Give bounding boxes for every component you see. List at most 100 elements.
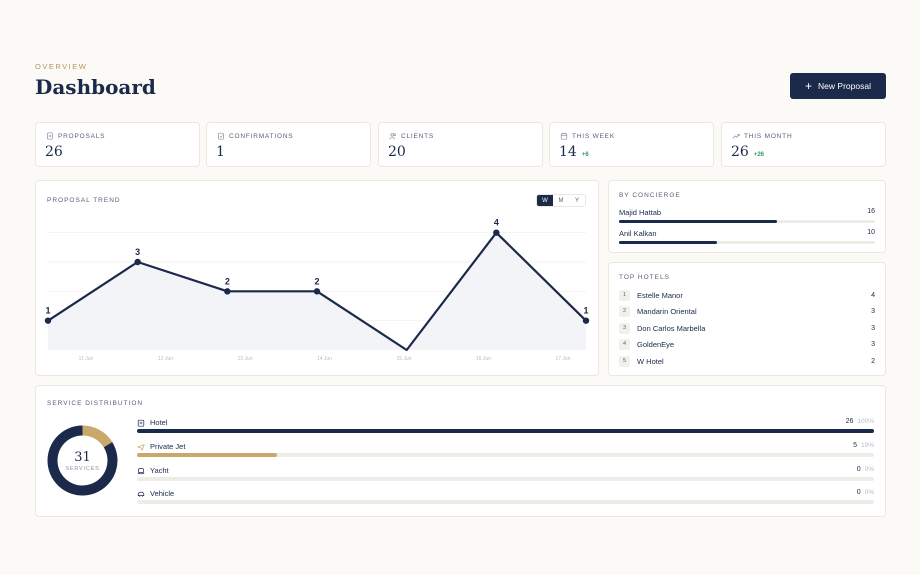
hotel-name: Don Carlos Marbella bbox=[637, 323, 706, 333]
stat-value: 1 bbox=[216, 144, 225, 160]
hotel-row[interactable]: 2 Mandarin Oriental 3 bbox=[619, 305, 875, 317]
proposal-trend-label: PROPOSAL TREND bbox=[47, 197, 121, 204]
hotel-row[interactable]: 3 Don Carlos Marbella 3 bbox=[619, 322, 875, 334]
hotel-count: 4 bbox=[871, 291, 875, 299]
hotel-rank: 1 bbox=[619, 289, 630, 301]
concierge-row[interactable]: Majid Hattab 16 bbox=[619, 208, 875, 223]
stat-card-this-month[interactable]: THIS MONTH 26 +26 bbox=[721, 122, 886, 167]
concierge-card: BY CONCIERGE Majid Hattab 16 Anil Kalkan… bbox=[608, 180, 886, 253]
boat-icon bbox=[137, 467, 145, 474]
plane-icon bbox=[137, 443, 145, 451]
top-hotels-label: TOP HOTELS bbox=[619, 274, 670, 281]
concierge-label: BY CONCIERGE bbox=[619, 192, 681, 199]
x-tick-label: 15 Jun bbox=[396, 356, 411, 362]
concierge-name: Anil Kalkan bbox=[619, 229, 657, 238]
x-tick-label: 16 Jun bbox=[476, 356, 491, 362]
hotel-name: W Hotel bbox=[637, 356, 664, 366]
service-pct: 19% bbox=[860, 442, 874, 449]
service-bar bbox=[137, 429, 874, 433]
new-proposal-button[interactable]: + New Proposal bbox=[790, 73, 886, 99]
hotel-name: GoldenEye bbox=[637, 339, 675, 349]
car-icon bbox=[137, 491, 145, 497]
data-label: 1 bbox=[45, 306, 50, 316]
data-label: 3 bbox=[135, 247, 140, 257]
range-week-button[interactable]: W bbox=[537, 195, 553, 206]
hotel-count: 3 bbox=[871, 307, 875, 315]
service-name: Vehicle bbox=[150, 489, 175, 498]
concierge-bar bbox=[619, 220, 777, 223]
service-count: 0 bbox=[856, 466, 861, 473]
service-count: 0 bbox=[856, 489, 861, 496]
range-toggle: W M Y bbox=[536, 194, 586, 207]
stat-value: 26 bbox=[45, 144, 63, 160]
stat-card-confirmations[interactable]: CONFIRMATIONS 1 bbox=[206, 122, 371, 167]
hotel-row[interactable]: 1 Estelle Manor 4 bbox=[619, 289, 875, 301]
service-pct: 0% bbox=[864, 489, 874, 496]
x-tick-label: 17 Jun bbox=[555, 356, 570, 362]
data-point bbox=[44, 317, 52, 324]
hotel-rank: 5 bbox=[619, 355, 630, 367]
concierge-bar bbox=[619, 241, 718, 244]
hotel-rank: 4 bbox=[619, 338, 630, 350]
service-name: Yacht bbox=[150, 466, 169, 475]
services-total-label: SERVICES bbox=[65, 465, 100, 472]
stat-label: CONFIRMATIONS bbox=[229, 132, 294, 140]
users-icon bbox=[389, 133, 397, 140]
plus-icon: + bbox=[805, 79, 813, 93]
data-label: 2 bbox=[314, 276, 319, 286]
stat-delta: +6 bbox=[581, 152, 589, 158]
service-name: Private Jet bbox=[150, 442, 186, 451]
stat-label: PROPOSALS bbox=[58, 132, 106, 140]
concierge-row[interactable]: Anil Kalkan 10 bbox=[619, 229, 875, 244]
service-row-hotel[interactable]: Hotel 26 100% bbox=[137, 418, 874, 438]
hotel-rank: 3 bbox=[619, 322, 630, 334]
stat-label: CLIENTS bbox=[401, 132, 435, 140]
hotel-row[interactable]: 5 W Hotel 2 bbox=[619, 355, 875, 367]
service-pct: 0% bbox=[864, 466, 874, 473]
proposal-trend-chart: 1 3 2 2 4 1 11 Jun 12 Jun 13 Jun 14 Jun 15 Jun 16 J… bbox=[44, 218, 590, 362]
document-icon bbox=[47, 132, 53, 140]
stat-label: THIS WEEK bbox=[572, 132, 615, 140]
page-eyebrow: OVERVIEW bbox=[35, 62, 88, 71]
service-row-yacht[interactable]: Yacht 0 0% bbox=[137, 466, 874, 486]
concierge-name: Majid Hattab bbox=[619, 208, 662, 217]
top-hotels-card: TOP HOTELS 1 Estelle Manor 4 2 Mandarin … bbox=[608, 262, 886, 376]
range-year-button[interactable]: Y bbox=[569, 195, 585, 206]
hotel-rank: 2 bbox=[619, 305, 630, 317]
service-distribution-label: SERVICE DISTRIBUTION bbox=[47, 400, 144, 407]
service-count: 26 bbox=[845, 418, 854, 425]
hotel-count: 3 bbox=[871, 340, 875, 348]
page-title: Dashboard bbox=[35, 75, 156, 99]
data-point bbox=[582, 317, 590, 324]
range-month-button[interactable]: M bbox=[553, 195, 569, 206]
x-tick-label: 14 Jun bbox=[317, 356, 332, 362]
building-icon bbox=[137, 419, 145, 427]
service-row-vehicle[interactable]: Vehicle 0 0% bbox=[137, 489, 874, 509]
new-proposal-label: New Proposal bbox=[818, 81, 871, 91]
stat-card-this-week[interactable]: THIS WEEK 14 +6 bbox=[549, 122, 714, 167]
concierge-count: 10 bbox=[867, 229, 875, 236]
hotel-row[interactable]: 4 GoldenEye 3 bbox=[619, 338, 875, 350]
services-total: 31 bbox=[74, 449, 91, 465]
data-point bbox=[313, 288, 321, 295]
x-tick-label: 13 Jun bbox=[237, 356, 252, 362]
data-point bbox=[493, 229, 500, 236]
data-label: 4 bbox=[494, 218, 499, 228]
service-count: 5 bbox=[853, 442, 857, 449]
stat-card-proposals[interactable]: PROPOSALS 26 bbox=[35, 122, 200, 167]
x-tick-label: 12 Jun bbox=[158, 356, 173, 362]
data-label: 2 bbox=[225, 276, 230, 286]
stat-value: 14 bbox=[559, 144, 577, 160]
stat-value: 20 bbox=[388, 144, 406, 160]
data-point bbox=[224, 288, 231, 295]
data-point bbox=[134, 258, 141, 266]
stat-card-clients[interactable]: CLIENTS 20 bbox=[378, 122, 543, 167]
hotel-count: 2 bbox=[871, 357, 875, 365]
concierge-count: 16 bbox=[867, 208, 875, 215]
stat-label: THIS MONTH bbox=[744, 132, 793, 140]
calendar-icon bbox=[560, 132, 568, 140]
trending-up-icon bbox=[732, 134, 740, 139]
service-row-private-jet[interactable]: Private Jet 5 19% bbox=[137, 442, 874, 462]
data-label: 1 bbox=[583, 306, 588, 316]
stat-delta: +26 bbox=[753, 152, 765, 158]
